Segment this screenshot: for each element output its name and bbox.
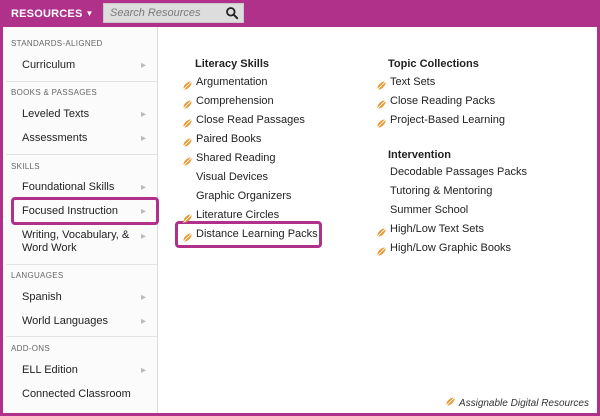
link-argumentation[interactable]: Argumentation <box>196 76 268 88</box>
top-bar: RESOURCES ▼ <box>3 0 600 27</box>
sidebar-item-foundational-skills[interactable]: Foundational Skills ▸ <box>22 181 150 193</box>
chevron-right-icon: ▸ <box>140 60 146 71</box>
digital-resource-icon <box>182 97 193 109</box>
section-heading-skills: SKILLS <box>11 162 40 171</box>
link-graphic-organizers[interactable]: Graphic Organizers <box>196 190 291 202</box>
divider <box>6 154 157 155</box>
sidebar-item-world-languages[interactable]: World Languages ▸ <box>22 315 150 327</box>
search-box <box>103 3 244 23</box>
chevron-right-icon: ▸ <box>140 133 146 144</box>
sidebar-item-connected-classroom[interactable]: Connected Classroom <box>22 388 150 400</box>
link-high-low-text-sets[interactable]: High/Low Text Sets <box>390 223 484 235</box>
search-input[interactable] <box>104 4 222 22</box>
link-close-read-passages[interactable]: Close Read Passages <box>196 114 305 126</box>
sidebar-item-writing-vocabulary[interactable]: Writing, Vocabulary, & Word Work ▸ <box>22 229 150 255</box>
digital-resource-icon <box>376 78 387 90</box>
sidebar-item-label: Focused Instruction <box>22 205 118 217</box>
link-project-based-learning[interactable]: Project-Based Learning <box>390 114 505 126</box>
sidebar-item-label: Connected Classroom <box>22 388 131 400</box>
link-text-sets[interactable]: Text Sets <box>390 76 435 88</box>
digital-resource-icon <box>445 396 456 407</box>
digital-resource-icon <box>376 116 387 128</box>
sidebar-item-spanish[interactable]: Spanish ▸ <box>22 291 150 303</box>
link-literature-circles[interactable]: Literature Circles <box>196 209 279 221</box>
link-close-reading-packs[interactable]: Close Reading Packs <box>390 95 495 107</box>
link-decodable-passages-packs[interactable]: Decodable Passages Packs <box>390 166 527 178</box>
legend-label: Assignable Digital Resources <box>458 398 589 409</box>
sidebar-item-leveled-texts[interactable]: Leveled Texts ▸ <box>22 108 150 120</box>
sidebar-item-label: Foundational Skills <box>22 181 115 193</box>
topic-collections-heading: Topic Collections <box>388 58 479 70</box>
section-heading-languages: LANGUAGES <box>11 271 64 280</box>
link-distance-learning-packs[interactable]: Distance Learning Packs <box>196 228 318 240</box>
sidebar-item-label: Assessments <box>22 132 88 144</box>
link-high-low-graphic-books[interactable]: High/Low Graphic Books <box>390 242 511 254</box>
digital-resource-icon <box>182 78 193 90</box>
section-heading-standards: STANDARDS-ALIGNED <box>11 39 103 48</box>
sidebar-item-label: Spanish <box>22 291 62 303</box>
divider <box>6 264 157 265</box>
section-heading-add-ons: ADD-ONS <box>11 344 50 353</box>
sidebar-item-label-line2: Word Work <box>22 242 77 254</box>
sidebar-item-label: Leveled Texts <box>22 108 90 120</box>
sidebar-item-assessments[interactable]: Assessments ▸ <box>22 132 150 144</box>
resources-label: RESOURCES <box>11 8 83 20</box>
sidebar-item-label: ELL Edition <box>22 364 78 376</box>
link-summer-school[interactable]: Summer School <box>390 204 468 216</box>
link-comprehension[interactable]: Comprehension <box>196 95 274 107</box>
sidebar-item-curriculum[interactable]: Curriculum ▸ <box>22 59 150 71</box>
link-tutoring-mentoring[interactable]: Tutoring & Mentoring <box>390 185 492 197</box>
digital-resource-icon <box>182 116 193 128</box>
caret-down-icon: ▼ <box>85 9 94 18</box>
link-shared-reading[interactable]: Shared Reading <box>196 152 276 164</box>
chevron-right-icon: ▸ <box>140 231 146 242</box>
sidebar-item-label: World Languages <box>22 315 109 327</box>
link-visual-devices[interactable]: Visual Devices <box>196 171 268 183</box>
chevron-right-icon: ▸ <box>140 365 146 376</box>
chevron-right-icon: ▸ <box>140 109 146 120</box>
sidebar-item-label: Curriculum <box>22 59 76 71</box>
divider <box>6 336 157 337</box>
legend: Assignable Digital Resources <box>445 396 589 409</box>
digital-resource-icon <box>182 154 193 166</box>
digital-resource-icon <box>182 135 193 147</box>
chevron-right-icon: ▸ <box>140 292 146 303</box>
digital-resource-icon <box>376 225 387 237</box>
digital-resource-icon <box>376 97 387 109</box>
search-icon[interactable] <box>225 6 239 20</box>
digital-resource-icon <box>182 211 193 223</box>
resources-menu: RESOURCES▼ STANDARDS-ALIGNED Curriculum ▸… <box>0 0 600 416</box>
resources-dropdown-button[interactable]: RESOURCES ▼ <box>11 0 94 27</box>
digital-resource-icon <box>182 230 193 242</box>
literacy-skills-heading: Literacy Skills <box>195 58 269 70</box>
divider <box>6 81 157 82</box>
sidebar-item-ell-edition[interactable]: ELL Edition ▸ <box>22 364 150 376</box>
section-heading-books: BOOKS & PASSAGES <box>11 88 98 97</box>
sidebar-item-focused-instruction[interactable]: Focused Instruction ▸ <box>22 205 150 217</box>
digital-resource-icon <box>376 244 387 256</box>
chevron-right-icon: ▸ <box>140 316 146 327</box>
chevron-right-icon: ▸ <box>140 206 146 217</box>
intervention-heading: Intervention <box>388 149 451 161</box>
sidebar-item-label: Writing, Vocabulary, & <box>22 229 130 241</box>
link-paired-books[interactable]: Paired Books <box>196 133 261 145</box>
chevron-right-icon: ▸ <box>140 182 146 193</box>
sidebar: STANDARDS-ALIGNED Curriculum ▸ BOOKS & PA… <box>6 27 159 413</box>
